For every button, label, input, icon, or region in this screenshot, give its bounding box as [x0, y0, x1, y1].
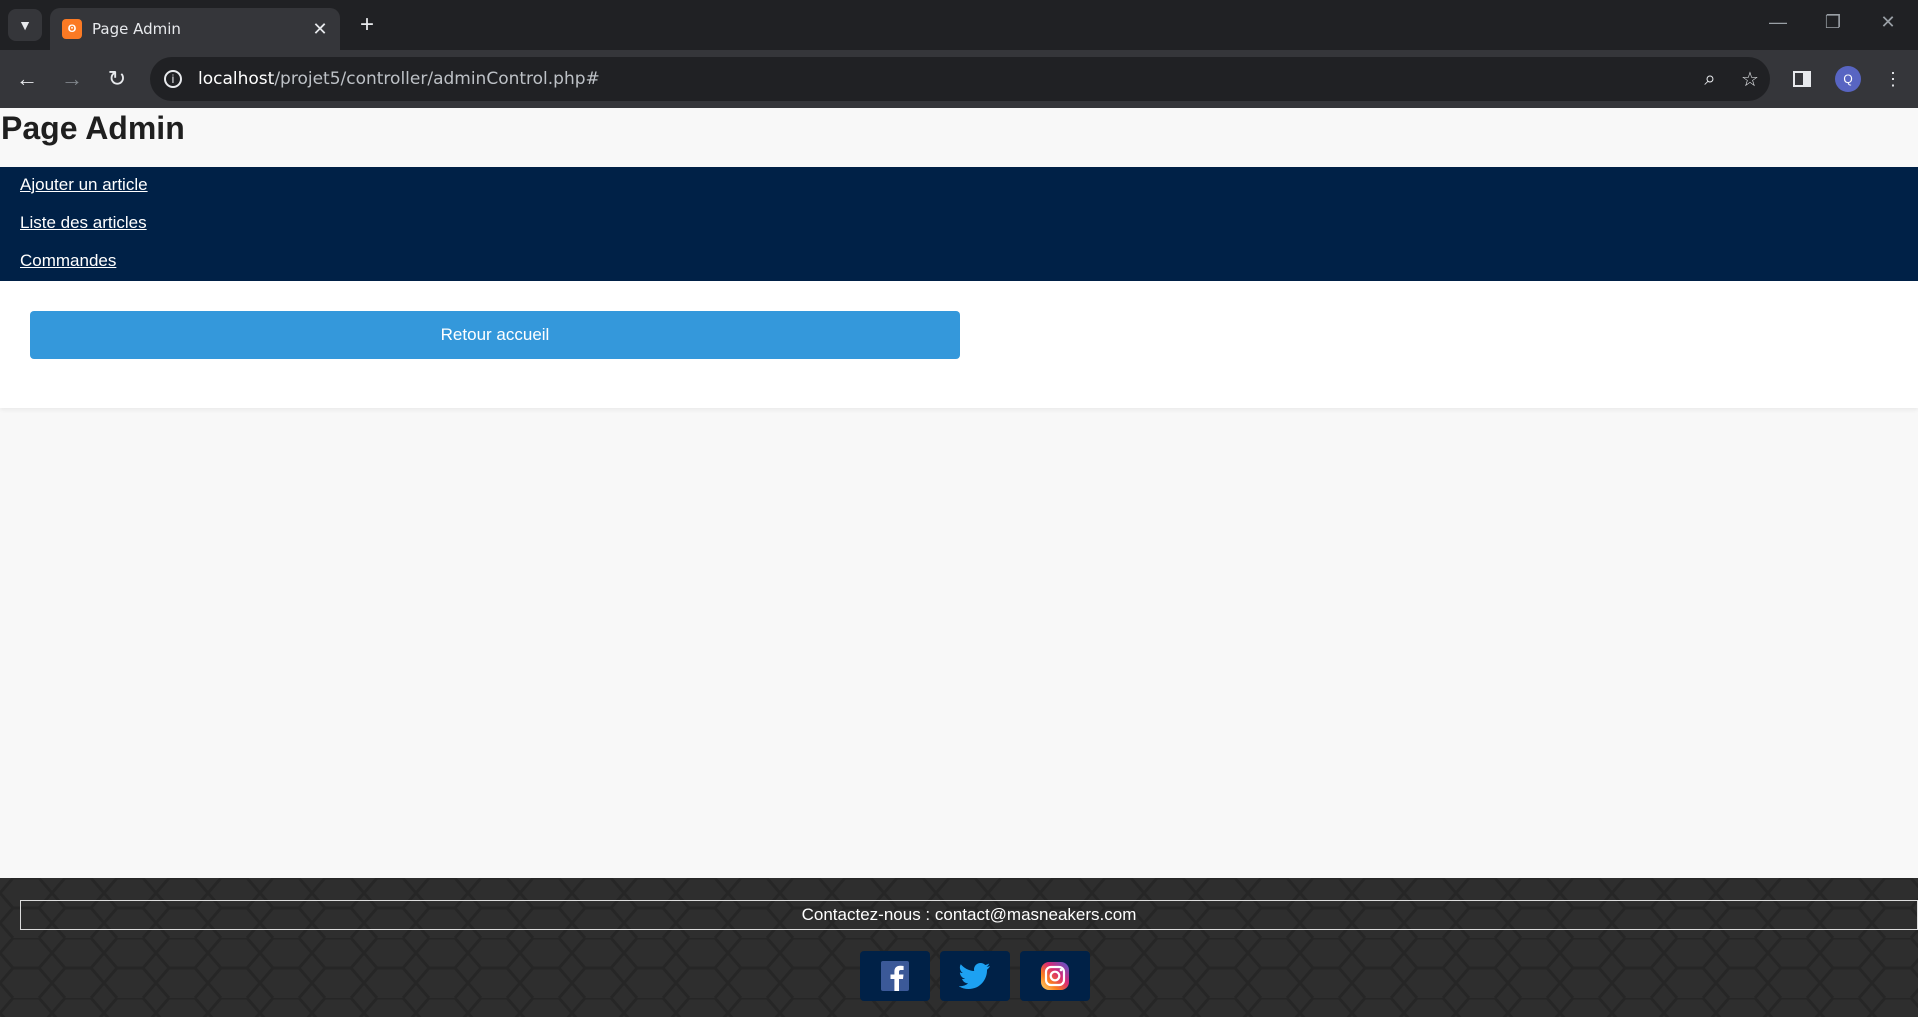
chevron-down-icon: ▼ [18, 17, 32, 33]
menu-kebab-icon[interactable]: ⋮ [1878, 64, 1908, 94]
bookmark-star-icon[interactable]: ☆ [1730, 67, 1770, 92]
nav-link-commandes[interactable]: Commandes [20, 251, 116, 271]
nav-link-liste-articles[interactable]: Liste des articles [20, 213, 147, 233]
window-close-icon[interactable]: ✕ [1873, 12, 1903, 33]
close-icon[interactable]: ✕ [306, 19, 334, 40]
page-title: Page Admin [1, 110, 185, 146]
instagram-icon [1041, 962, 1069, 990]
browser-toolbar: ← → ↻ i localhost/projet5/controller/adm… [0, 50, 1918, 108]
browser-tab[interactable]: ʘ Page Admin ✕ [50, 8, 340, 50]
side-panel-icon[interactable] [1787, 64, 1817, 94]
zoom-icon[interactable]: ⌕ [1690, 68, 1730, 91]
tab-search-button[interactable]: ▼ [8, 9, 42, 41]
url-text[interactable]: localhost/projet5/controller/adminContro… [198, 69, 1690, 89]
xampp-favicon-icon: ʘ [62, 19, 82, 39]
back-arrow-icon[interactable]: ← [12, 64, 42, 94]
site-info-icon[interactable]: i [164, 70, 182, 88]
browser-tab-bar: ▼ ʘ Page Admin ✕ + — ❐ ✕ [0, 0, 1918, 50]
contact-text: Contactez-nous : contact@masneakers.com [801, 905, 1137, 924]
facebook-link[interactable] [860, 951, 930, 1001]
address-bar[interactable]: i localhost/projet5/controller/adminCont… [150, 57, 1770, 101]
facebook-icon [881, 961, 909, 991]
minimize-icon[interactable]: — [1763, 12, 1793, 33]
twitter-icon [959, 963, 990, 989]
contact-box: Contactez-nous : contact@masneakers.com [20, 900, 1918, 930]
instagram-link[interactable] [1020, 951, 1090, 1001]
forward-arrow-icon[interactable]: → [57, 64, 87, 94]
restore-icon[interactable]: ❐ [1818, 12, 1848, 33]
twitter-link[interactable] [940, 951, 1010, 1001]
content-card: Retour accueil [0, 281, 1918, 408]
admin-nav-panel: Ajouter un article Liste des articles Co… [0, 167, 1918, 281]
nav-link-ajouter-article[interactable]: Ajouter un article [20, 175, 148, 195]
back-home-button[interactable]: Retour accueil [30, 311, 960, 359]
footer: Contactez-nous : contact@masneakers.com [0, 878, 1918, 1017]
reload-icon[interactable]: ↻ [102, 64, 132, 94]
new-tab-button[interactable]: + [352, 10, 382, 40]
tab-title: Page Admin [92, 20, 181, 38]
profile-avatar[interactable]: Q [1835, 66, 1861, 92]
